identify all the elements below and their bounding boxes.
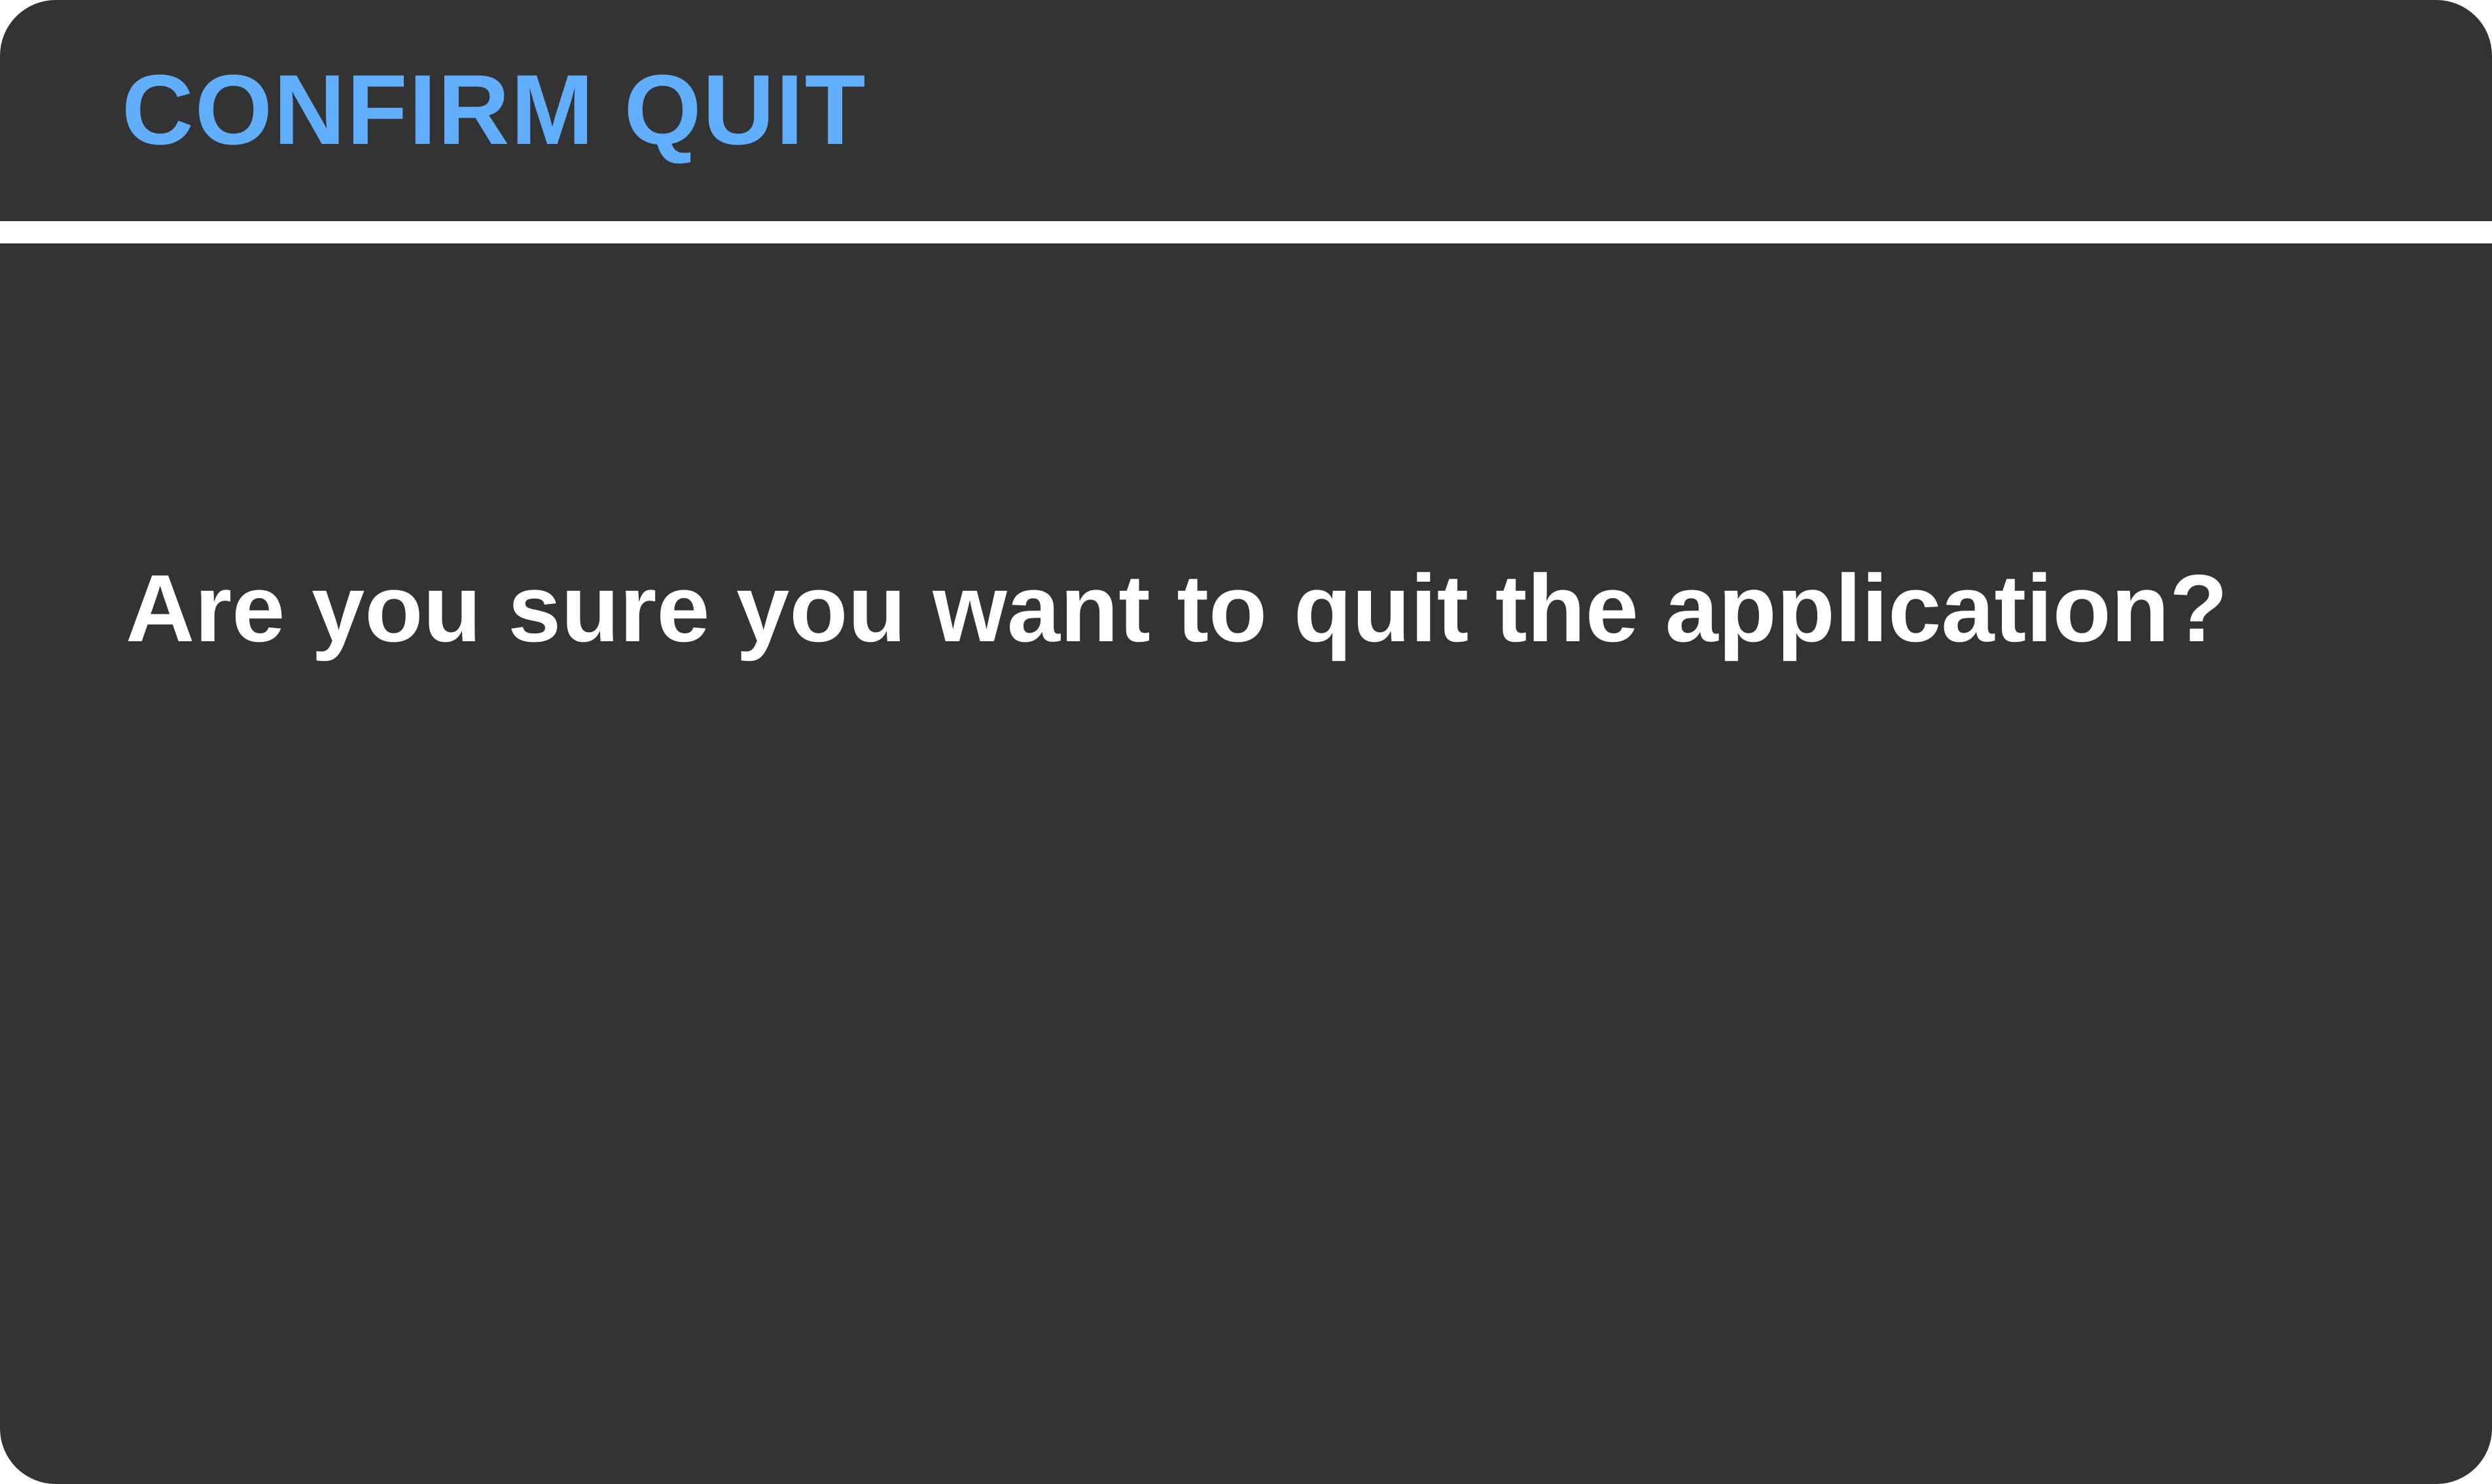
- confirm-quit-dialog: CONFIRM QUIT Are you sure you want to qu…: [0, 0, 2492, 1484]
- dialog-message: Are you sure you want to quit the applic…: [126, 555, 2228, 662]
- dialog-title: CONFIRM QUIT: [122, 54, 867, 166]
- dialog-header: CONFIRM QUIT: [0, 0, 2492, 221]
- header-divider: [0, 221, 2492, 243]
